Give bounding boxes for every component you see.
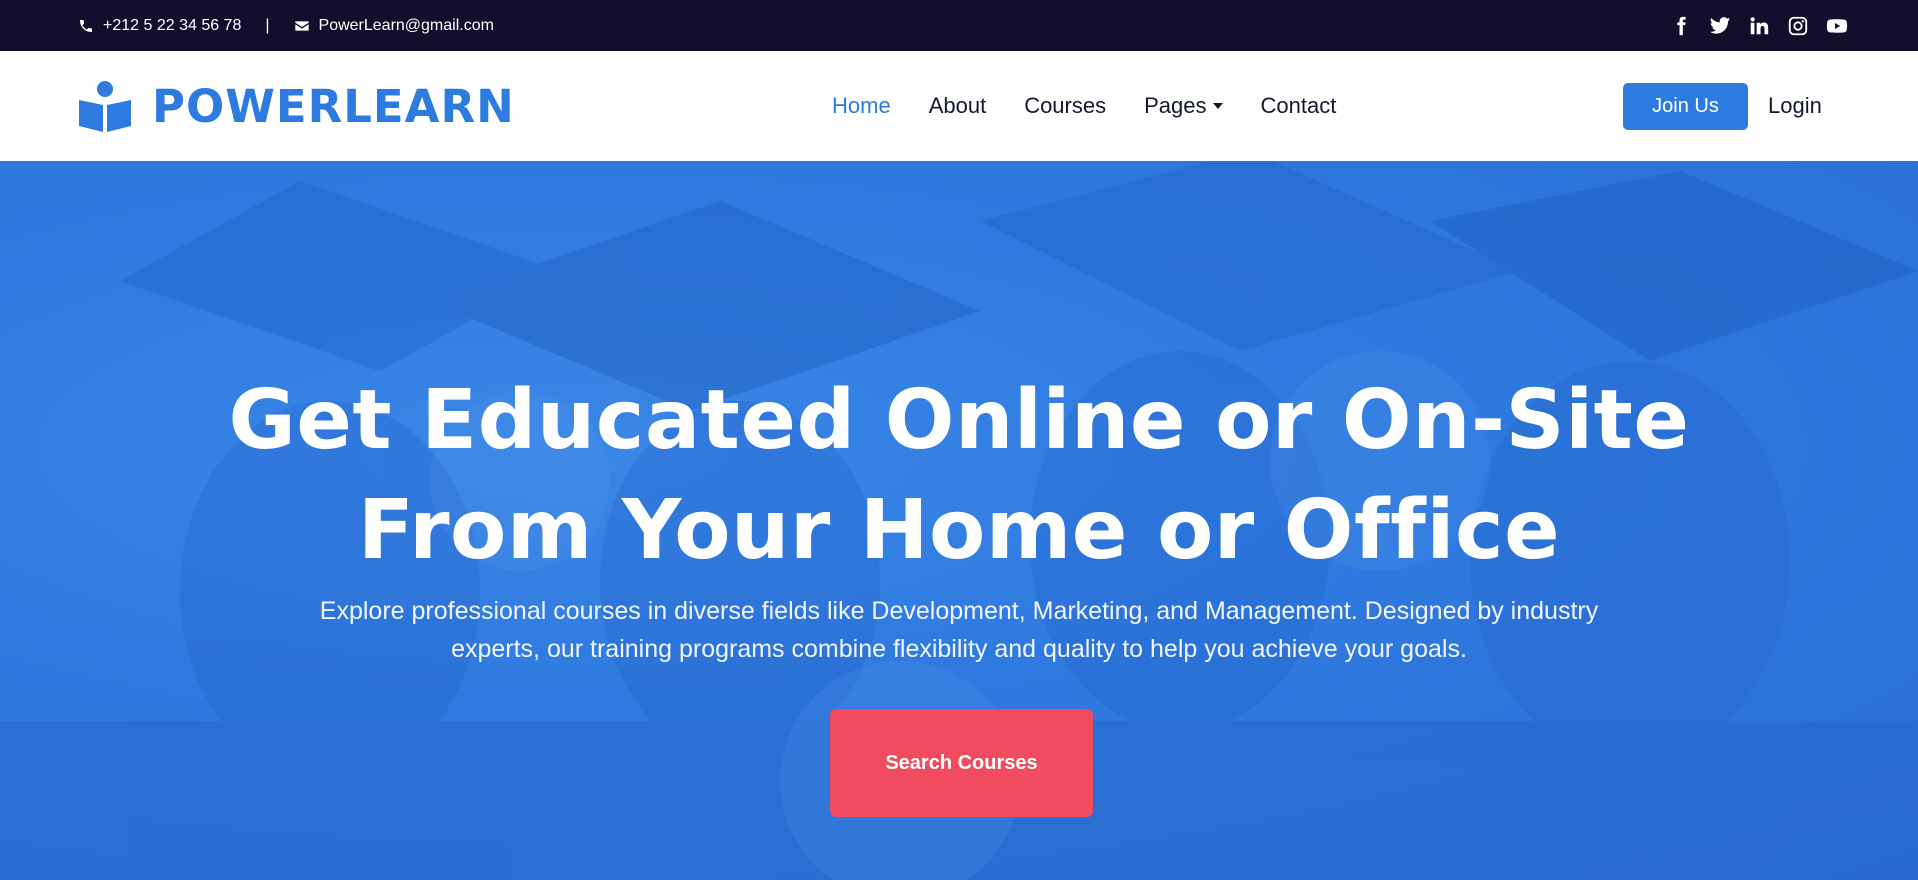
envelope-icon xyxy=(294,18,310,34)
twitter-icon[interactable] xyxy=(1709,15,1731,37)
email-address: PowerLearn@gmail.com xyxy=(318,16,494,34)
caret-down-icon xyxy=(1212,103,1223,109)
nav-item-about[interactable]: About xyxy=(929,93,987,119)
contact-info: +212 5 22 34 56 78 | PowerLearn@gmail.co… xyxy=(78,17,494,35)
main-navbar: POWERLEARN Home About Courses Pages Cont… xyxy=(0,51,1918,161)
join-us-button[interactable]: Join Us xyxy=(1623,82,1748,130)
hero-subtitle-line-1: Explore professional courses in diverse … xyxy=(319,597,1599,625)
top-bar: +212 5 22 34 56 78 | PowerLearn@gmail.co… xyxy=(0,0,1918,51)
email-contact[interactable]: PowerLearn@gmail.com xyxy=(294,17,494,35)
contact-separator: | xyxy=(265,16,270,34)
hero-title-line-2: From Your Home or Office xyxy=(357,483,1561,578)
nav-item-courses[interactable]: Courses xyxy=(1024,93,1106,119)
login-link[interactable]: Login xyxy=(1768,93,1822,119)
brand-logo[interactable]: POWERLEARN xyxy=(78,80,515,133)
linkedin-icon[interactable] xyxy=(1748,15,1770,37)
phone-icon xyxy=(78,18,94,34)
hero-content: Get Educated Online or On-Site From Your… xyxy=(0,161,1918,880)
hero-section: Get Educated Online or On-Site From Your… xyxy=(0,161,1918,880)
youtube-icon[interactable] xyxy=(1826,15,1848,37)
phone-number: +212 5 22 34 56 78 xyxy=(103,16,242,34)
instagram-icon[interactable] xyxy=(1787,15,1809,37)
hero-subtitle-line-2: experts, our training programs combine f… xyxy=(451,635,1467,663)
facebook-icon[interactable] xyxy=(1670,15,1692,37)
phone-contact[interactable]: +212 5 22 34 56 78 xyxy=(78,17,241,35)
search-courses-button[interactable]: Search Courses xyxy=(830,709,1093,817)
nav-item-pages-label: Pages xyxy=(1144,93,1207,118)
nav-actions: Join Us Login xyxy=(1623,51,1822,161)
nav-item-home[interactable]: Home xyxy=(832,93,891,119)
reader-book-icon xyxy=(78,80,132,132)
social-links xyxy=(1670,15,1848,37)
nav-item-pages[interactable]: Pages xyxy=(1144,93,1223,119)
nav-item-contact[interactable]: Contact xyxy=(1261,93,1337,119)
hero-title: Get Educated Online or On-Site From Your… xyxy=(200,366,1718,586)
hero-subtitle: Explore professional courses in diverse … xyxy=(259,592,1659,668)
brand-name: POWERLEARN xyxy=(152,79,515,133)
nav-menu: Home About Courses Pages Contact xyxy=(832,51,1336,161)
hero-title-line-1: Get Educated Online or On-Site xyxy=(228,373,1690,468)
